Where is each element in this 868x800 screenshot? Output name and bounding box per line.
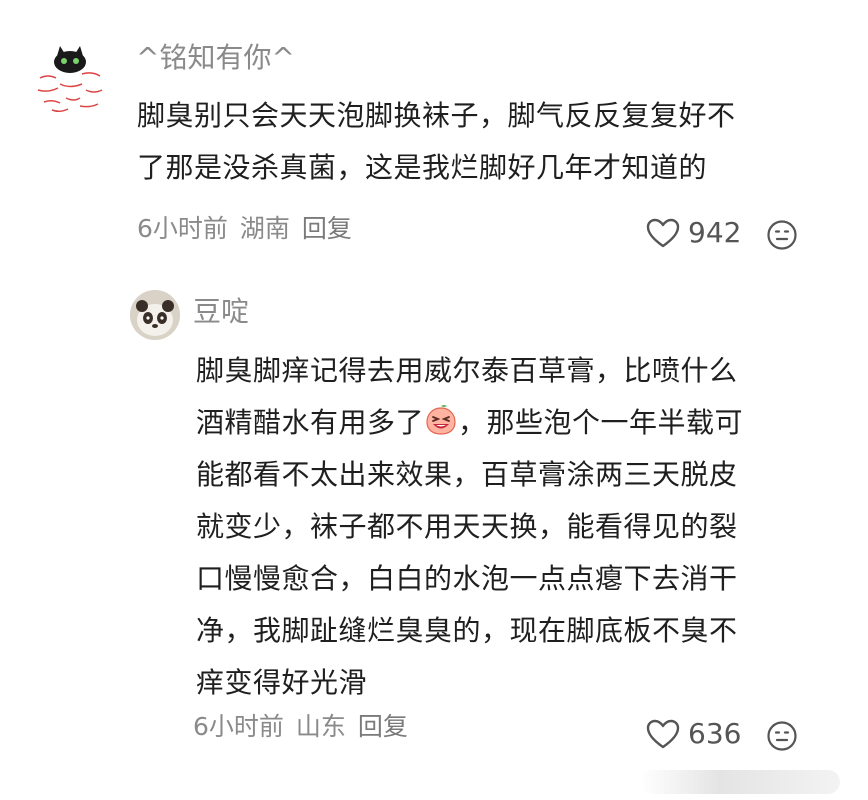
- location: 湖南: [239, 214, 290, 243]
- comment-1: ^铭知有你^ 脚臭别只会天天泡脚换袜子，脚气反反复复好不 了那是没杀真菌，这是我…: [0, 0, 868, 270]
- like-button[interactable]: 942: [646, 215, 741, 251]
- laughing-peach-emoji: [426, 405, 456, 435]
- comment-text-segment: 酒精醋水有用多了: [196, 406, 425, 439]
- comment-text: 脚臭脚痒记得去用威尔泰百草膏，比喷什么 酒精醋水有用多了 ，那些泡个一年半载可 …: [196, 345, 743, 709]
- like-count: 942: [688, 216, 742, 249]
- comment-text-line: 酒精醋水有用多了 ，那些泡个一年半载可: [196, 397, 743, 449]
- neutral-face-icon: [767, 721, 797, 751]
- comment-text-segment: ，那些泡个一年半载可: [458, 406, 744, 439]
- username[interactable]: 豆啶: [193, 294, 249, 330]
- comment-text-line: 痒变得好光滑: [196, 666, 368, 699]
- like-count: 636: [688, 717, 742, 750]
- comment-text-line: 净，我脚趾缝烂臭臭的，现在脚底板不臭不: [196, 614, 738, 647]
- react-button[interactable]: [766, 219, 798, 255]
- faded-overlay-bar: [640, 770, 840, 794]
- neutral-face-icon: [767, 220, 797, 250]
- location: 山东: [295, 712, 346, 741]
- timestamp: 6小时前: [137, 214, 228, 243]
- comment-text-line: 脚臭脚痒记得去用威尔泰百草膏，比喷什么: [196, 354, 738, 387]
- comment-meta: 6小时前 湖南 回复: [137, 212, 352, 246]
- username[interactable]: ^铭知有你^: [136, 40, 295, 76]
- comment-text-line: 口慢慢愈合，白白的水泡一点点瘪下去消干: [196, 562, 738, 595]
- react-button[interactable]: [766, 720, 798, 756]
- comment-text: 脚臭别只会天天泡脚换袜子，脚气反反复复好不 了那是没杀真菌，这是我烂脚好几年才知…: [137, 90, 736, 194]
- comment-text-line: 脚臭别只会天天泡脚换袜子，脚气反反复复好不: [137, 99, 736, 132]
- comment-meta: 6小时前 山东 回复: [193, 710, 408, 744]
- heart-outline-icon: [646, 218, 680, 248]
- cat-doodle-avatar-icon: [37, 46, 103, 113]
- heart-outline-icon: [646, 719, 680, 749]
- comment-text-line: 了那是没杀真菌，这是我烂脚好几年才知道的: [137, 151, 708, 184]
- reply-button[interactable]: 回复: [358, 712, 408, 741]
- panda-avatar-icon: [130, 290, 180, 340]
- comment-text-line: 就变少，袜子都不用天天换，能看得见的裂: [196, 510, 738, 543]
- reply-button[interactable]: 回复: [302, 214, 352, 243]
- comment-text-line: 能都看不太出来效果，百草膏涂两三天脱皮: [196, 458, 738, 491]
- avatar[interactable]: [30, 38, 110, 118]
- like-button[interactable]: 636: [646, 716, 741, 752]
- timestamp: 6小时前: [193, 712, 284, 741]
- avatar[interactable]: [130, 290, 180, 340]
